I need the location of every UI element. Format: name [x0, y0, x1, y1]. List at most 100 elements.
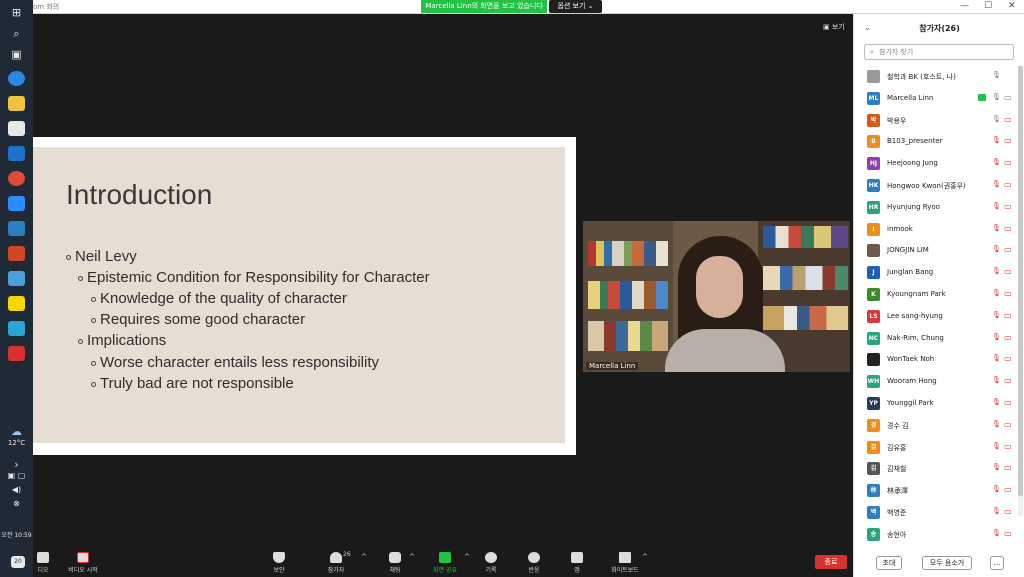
participant-row[interactable]: HK Hongwoo Kwon(권홍우) 🎙 ▭	[854, 175, 1018, 197]
photos-icon[interactable]	[8, 221, 25, 236]
participant-row[interactable]: HJ Heejoong Jung 🎙 ▭	[854, 153, 1018, 175]
security-button[interactable]: 보안	[267, 549, 291, 577]
app-icon[interactable]	[8, 271, 25, 286]
video-off-icon[interactable]: ▭	[1004, 311, 1012, 320]
video-off-icon[interactable]: ▭	[1004, 158, 1012, 167]
mic-muted-icon[interactable]: 🎙	[992, 333, 1001, 341]
mic-muted-icon[interactable]: 🎙	[992, 289, 1001, 297]
notification-badge[interactable]: 20	[11, 556, 25, 568]
participant-row[interactable]: 백 백영준 🎙 ▭	[854, 502, 1018, 524]
video-off-icon[interactable]: ▭	[1004, 180, 1012, 189]
video-off-icon[interactable]: ▭	[1004, 507, 1012, 516]
search-input[interactable]	[879, 47, 1009, 57]
file-explorer-icon[interactable]	[8, 96, 25, 111]
participant-row[interactable]: NC Nak-Rim, Chung 🎙 ▭	[854, 328, 1018, 350]
video-off-icon[interactable]: ▭	[1004, 202, 1012, 211]
share-screen-button[interactable]: 화면 공유	[429, 549, 461, 577]
mic-muted-icon[interactable]: 🎙	[992, 398, 1001, 406]
video-off-icon[interactable]: ▭	[1004, 529, 1012, 538]
participant-row[interactable]: B B103_presenter 🎙 ▭	[854, 131, 1018, 153]
participant-row[interactable]: K Kyoungnam Park 🎙 ▭	[854, 284, 1018, 306]
scroll-thumb[interactable]	[1018, 66, 1023, 496]
video-off-icon[interactable]: ▭	[1004, 136, 1012, 145]
app2-icon[interactable]	[8, 321, 25, 336]
participant-row[interactable]: Iinmook 🎙 ▭	[854, 219, 1018, 241]
search-icon[interactable]: ⌕	[0, 27, 33, 41]
mic-muted-icon[interactable]: 🎙	[992, 224, 1001, 232]
participant-row[interactable]: WonTaek Noh 🎙 ▭	[854, 349, 1018, 371]
reactions-button[interactable]: 반응	[526, 549, 542, 577]
participant-row[interactable]: 박 박용우 🎙 ▭	[854, 110, 1018, 132]
video-off-icon[interactable]: ▭	[1004, 354, 1012, 363]
video-off-icon[interactable]: ▭	[1004, 442, 1012, 451]
video-off-icon[interactable]: ▭	[1004, 245, 1012, 254]
participant-row[interactable]: WH Wooram Hong 🎙 ▭	[854, 371, 1018, 393]
participant-row[interactable]: 김 김재철 🎙 ▭	[854, 458, 1018, 480]
participant-row[interactable]: LS Lee sang-hyung 🎙 ▭	[854, 306, 1018, 328]
video-off-icon[interactable]: ▭	[1004, 289, 1012, 298]
video-off-icon[interactable]: ▭	[1004, 420, 1012, 429]
video-off-icon[interactable]: ▭	[1004, 333, 1012, 342]
invite-button[interactable]: 초대	[876, 556, 902, 570]
mute-all-button[interactable]: 모두 음소거	[922, 556, 972, 570]
mic-muted-icon[interactable]: 🎙	[992, 158, 1001, 166]
mic-muted-icon[interactable]: 🎙	[992, 529, 1001, 537]
maximize-button[interactable]: ☐	[984, 1, 992, 11]
mic-muted-icon[interactable]: 🎙	[992, 485, 1001, 493]
view-options-button[interactable]: 옵션 보기 ⌄	[549, 0, 602, 13]
video-off-icon[interactable]: ▭	[1004, 267, 1012, 276]
video-off-icon[interactable]: ▭	[1004, 224, 1012, 233]
whiteboard-button[interactable]: 화이트보드	[607, 549, 643, 577]
video-off-icon[interactable]: ▭	[1004, 115, 1012, 124]
task-view-icon[interactable]: ▣	[0, 48, 33, 61]
mic-muted-icon[interactable]: 🎙	[992, 442, 1001, 450]
zoom-icon[interactable]	[8, 196, 25, 211]
participant-row[interactable]: 김 김유홍 🎙 ▭	[854, 437, 1018, 459]
start-icon[interactable]: ⊞	[0, 6, 33, 19]
app3-icon[interactable]	[8, 346, 25, 361]
mic-muted-icon[interactable]: 🎙	[992, 420, 1001, 428]
participant-row[interactable]: YP Younggil Park 🎙 ▭	[854, 393, 1018, 415]
end-meeting-button[interactable]: 종료	[815, 555, 847, 569]
mic-muted-icon[interactable]: 🎙	[992, 202, 1001, 210]
mic-muted-icon[interactable]: 🎙	[992, 136, 1001, 144]
mic-muted-icon[interactable]: 🎙	[992, 267, 1001, 275]
whiteboard-caret-icon[interactable]: ^	[642, 553, 648, 561]
record-button[interactable]: 기록	[483, 549, 499, 577]
mic-muted-icon[interactable]: 🎙	[992, 311, 1001, 319]
chrome-icon[interactable]	[8, 171, 25, 186]
chat-caret-icon[interactable]: ^	[409, 553, 415, 561]
participant-row[interactable]: 송 송현아 🎙 ▭	[854, 524, 1018, 546]
clock[interactable]: 오전 10:59	[0, 530, 33, 539]
microphone-icon[interactable]: 🎙	[992, 71, 1001, 79]
video-off-icon[interactable]: ▭	[1004, 485, 1012, 494]
participant-row[interactable]: ML Marcella Linn 🎙 ▭	[854, 88, 1018, 110]
participant-row[interactable]: 경 경수 김 🎙 ▭	[854, 415, 1018, 437]
participant-row[interactable]: JONGJIN LIM 🎙 ▭	[854, 240, 1018, 262]
volume-icon[interactable]: ◀)	[0, 485, 33, 494]
kakaotalk-icon[interactable]	[8, 296, 25, 311]
participants-caret-icon[interactable]: ^	[361, 553, 367, 561]
mic-muted-icon[interactable]: 🎙	[992, 376, 1001, 384]
video-icon[interactable]: ▭	[1004, 93, 1012, 102]
participant-row[interactable]: HR Hyunjung Ryoo 🎙 ▭	[854, 197, 1018, 219]
edge-icon[interactable]	[8, 71, 25, 86]
mic-muted-icon[interactable]: 🎙	[992, 463, 1001, 471]
mic-muted-icon[interactable]: 🎙	[992, 507, 1001, 515]
video-off-icon[interactable]: ▭	[1004, 463, 1012, 472]
minimize-button[interactable]: —	[960, 1, 969, 11]
participant-video[interactable]: Marcella Linn	[583, 221, 850, 372]
close-button[interactable]: ✕	[1008, 1, 1016, 11]
chat-button[interactable]: 채팅	[385, 549, 405, 577]
mic-muted-icon[interactable]: 🎙	[992, 180, 1001, 188]
more-button[interactable]: ...	[990, 556, 1004, 570]
microphone-icon[interactable]: 🎙	[992, 93, 1001, 101]
mic-muted-icon[interactable]: 🎙	[992, 354, 1001, 362]
chevron-up-icon[interactable]: ›	[0, 458, 33, 471]
participant-row[interactable]: J Junglan Bang 🎙 ▭	[854, 262, 1018, 284]
start-video-button[interactable]: 비디오 시작	[63, 549, 103, 577]
mic-muted-icon[interactable]: 🎙	[992, 245, 1001, 253]
powerpoint-icon[interactable]	[8, 246, 25, 261]
video-off-icon[interactable]: ▭	[1004, 376, 1012, 385]
video-off-icon[interactable]: ▭	[1004, 398, 1012, 407]
